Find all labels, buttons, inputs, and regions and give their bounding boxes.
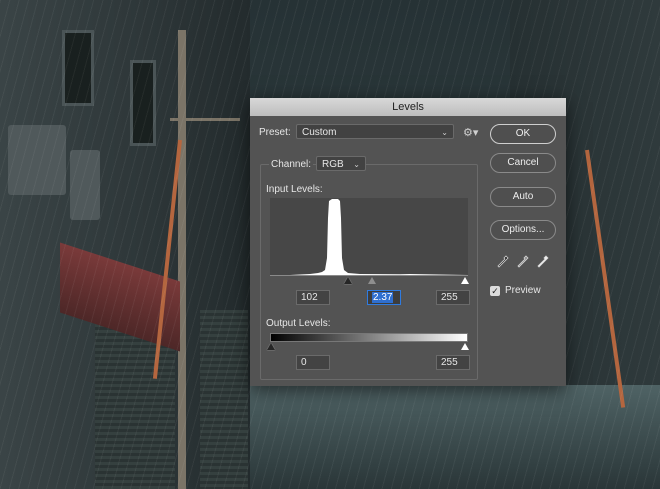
eyedropper-black-icon[interactable] (497, 255, 509, 269)
histogram (270, 198, 468, 275)
input-white-slider[interactable] (461, 277, 469, 284)
dialog-title: Levels (250, 98, 566, 116)
preview-label: Preview (505, 285, 541, 296)
input-gamma-value: 2.37 (372, 292, 394, 303)
channel-label: Channel: (269, 159, 314, 170)
preset-select[interactable]: Custom ⌄ (296, 124, 454, 139)
ok-button[interactable]: OK (490, 124, 556, 144)
eyedropper-gray-icon[interactable] (517, 255, 529, 269)
output-black-field[interactable]: 0 (296, 355, 330, 370)
options-button[interactable]: Options... (490, 220, 556, 240)
output-white-slider[interactable] (461, 343, 469, 350)
output-white-field[interactable]: 255 (436, 355, 470, 370)
input-gamma-slider[interactable] (368, 277, 376, 284)
cancel-button[interactable]: Cancel (490, 153, 556, 173)
input-black-field[interactable]: 102 (296, 290, 330, 305)
histogram-graph (270, 199, 468, 275)
chevron-down-icon: ⌄ (353, 160, 360, 169)
input-black-slider[interactable] (344, 277, 352, 284)
gear-icon[interactable]: ⚙▾ (463, 126, 478, 139)
auto-button[interactable]: Auto (490, 187, 556, 207)
input-slider-track (270, 275, 468, 276)
input-gamma-field[interactable]: 2.37 (367, 290, 401, 305)
output-black-slider[interactable] (267, 343, 275, 350)
output-levels-label: Output Levels: (266, 318, 331, 329)
input-white-field[interactable]: 255 (436, 290, 470, 305)
checkmark-icon: ✓ (491, 286, 499, 296)
output-gradient (270, 333, 468, 342)
chevron-down-icon: ⌄ (441, 128, 448, 137)
preview-checkbox[interactable]: ✓ (490, 286, 500, 296)
channel-select[interactable]: RGB ⌄ (316, 156, 366, 171)
eyedropper-white-icon[interactable] (537, 255, 549, 269)
input-levels-label: Input Levels: (266, 184, 323, 195)
channel-value: RGB (322, 159, 344, 170)
levels-dialog: Levels Preset: Custom ⌄ ⚙▾ Channel: RGB … (250, 98, 566, 386)
preset-value: Custom (302, 127, 337, 138)
preset-label: Preset: (259, 127, 291, 138)
